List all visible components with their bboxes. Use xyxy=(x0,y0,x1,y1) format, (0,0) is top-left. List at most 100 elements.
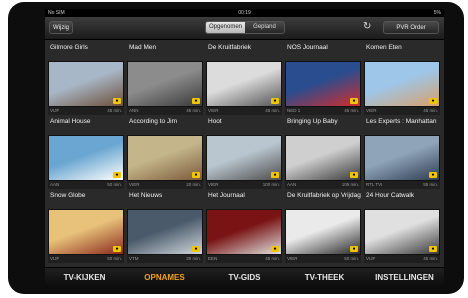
channel-label: ANN xyxy=(129,108,139,113)
recording-card[interactable]: Animal House ● AAN 50 min. xyxy=(48,118,124,190)
segment-scheduled[interactable]: Gepland xyxy=(245,22,284,33)
recording-thumbnail: ● xyxy=(285,61,361,107)
duration-label: 100 min. xyxy=(262,182,280,187)
recording-thumbnail: ● xyxy=(206,135,282,181)
recording-meta: VIJF 50 min. xyxy=(48,255,124,263)
recording-meta: VTM 30 min. xyxy=(127,255,203,263)
recording-card[interactable]: Het Journaal ● EEN 45 min. xyxy=(206,192,282,264)
recording-thumbnail: ● xyxy=(364,209,440,255)
recorded-eye-icon: ● xyxy=(113,246,121,252)
channel-label: VIJF xyxy=(50,256,60,261)
channel-label: VTM xyxy=(129,256,139,261)
recording-meta: NED 1 45 min. xyxy=(285,107,361,115)
recording-thumbnail: ● xyxy=(364,61,440,107)
channel-label: VIER xyxy=(366,108,377,113)
duration-label: 50 min. xyxy=(344,256,359,261)
recording-meta: VIER 100 min. xyxy=(206,181,282,189)
recording-title: De Kruitfabriek op Vrijdag xyxy=(287,192,361,199)
duration-label: 45 min. xyxy=(265,108,280,113)
recording-meta: AAN 50 min. xyxy=(48,181,124,189)
recorded-eye-icon: ● xyxy=(192,172,200,178)
segment-recorded[interactable]: Opgenomen xyxy=(206,22,245,33)
recording-thumbnail: ● xyxy=(48,61,124,107)
recorded-eye-icon: ● xyxy=(271,246,279,252)
duration-label: 105 min. xyxy=(341,182,359,187)
recording-title: Animal House xyxy=(50,118,91,125)
recording-thumbnail: ● xyxy=(127,61,203,107)
recording-card[interactable]: According to Jim ● VIER 20 min. xyxy=(127,118,203,190)
recording-title: Snow Globe xyxy=(50,192,86,199)
recording-thumbnail: ● xyxy=(48,209,124,255)
channel-label: VIER xyxy=(287,256,298,261)
channel-label: VIJF xyxy=(50,108,60,113)
recording-title: Mad Men xyxy=(129,44,157,51)
tab-tv-theek[interactable]: TV-THEEK xyxy=(285,268,364,287)
pvr-order-button[interactable]: PVR Order xyxy=(383,21,439,34)
recording-card[interactable]: Gilmore Girls ● VIJF 45 min. xyxy=(48,44,124,116)
channel-label: AAN xyxy=(287,182,297,187)
recording-title: Hoot xyxy=(208,118,222,125)
recording-card[interactable]: De Kruitfabriek ● VIER 45 min. xyxy=(206,44,282,116)
recording-card[interactable]: Les Experts : Manhattan ● RTL TVI 55 min. xyxy=(364,118,440,190)
recording-title: Het Journaal xyxy=(208,192,245,199)
tab-instellingen[interactable]: INSTELLINGEN xyxy=(365,268,444,287)
duration-label: 50 min. xyxy=(107,256,122,261)
recording-title: Bringing Up Baby xyxy=(287,118,338,125)
recording-title: Les Experts : Manhattan xyxy=(366,118,437,125)
recording-meta: ANN 45 min. xyxy=(127,107,203,115)
recorded-eye-icon: ● xyxy=(429,246,437,252)
channel-label: AAN xyxy=(50,182,60,187)
recorded-eye-icon: ● xyxy=(271,172,279,178)
channel-label: EEN xyxy=(208,256,218,261)
recording-thumbnail: ● xyxy=(206,209,282,255)
duration-label: 45 min. xyxy=(107,108,122,113)
recording-thumbnail: ● xyxy=(206,61,282,107)
channel-label: VIER xyxy=(208,108,219,113)
recording-card[interactable]: 24 Hour Catwalk ● VIJF 45 min. xyxy=(364,192,440,264)
battery-label: 5% xyxy=(433,10,441,16)
recording-thumbnail: ● xyxy=(127,209,203,255)
recording-thumbnail: ● xyxy=(285,209,361,255)
recording-title: NOS Journaal xyxy=(287,44,328,51)
recorded-eye-icon: ● xyxy=(113,172,121,178)
edit-button[interactable]: Wijzig xyxy=(49,21,73,34)
recording-card[interactable]: Hoot ● VIER 100 min. xyxy=(206,118,282,190)
tab-tv-gids[interactable]: TV-GIDS xyxy=(205,268,284,287)
status-bar: No SIM 00:19 5% xyxy=(45,9,444,17)
recording-card[interactable]: Komen Eten ● VIER 45 min. xyxy=(364,44,440,116)
recorded-eye-icon: ● xyxy=(350,246,358,252)
recording-meta: RTL TVI 55 min. xyxy=(364,181,440,189)
recording-card[interactable]: Bringing Up Baby ● AAN 105 min. xyxy=(285,118,361,190)
recorded-eye-icon: ● xyxy=(113,98,121,104)
recording-meta: VIJF 45 min. xyxy=(364,255,440,263)
duration-label: 45 min. xyxy=(423,256,438,261)
recording-card[interactable]: Snow Globe ● VIJF 50 min. xyxy=(48,192,124,264)
tab-tv-kijken[interactable]: TV-KIJKEN xyxy=(45,268,124,287)
recording-meta: VIJF 45 min. xyxy=(48,107,124,115)
recording-card[interactable]: De Kruitfabriek op Vrijdag ● VIER 50 min. xyxy=(285,192,361,264)
recording-card[interactable]: NOS Journaal ● NED 1 45 min. xyxy=(285,44,361,116)
recording-card[interactable]: Mad Men ● ANN 45 min. xyxy=(127,44,203,116)
channel-label: RTL TVI xyxy=(366,182,383,187)
duration-label: 20 min. xyxy=(186,182,201,187)
recorded-eye-icon: ● xyxy=(429,172,437,178)
recording-thumbnail: ● xyxy=(364,135,440,181)
recording-meta: EEN 45 min. xyxy=(206,255,282,263)
clock: 00:19 xyxy=(238,10,251,16)
duration-label: 50 min. xyxy=(107,182,122,187)
recording-title: Het Nieuws xyxy=(129,192,163,199)
recording-card[interactable]: Het Nieuws ● VTM 30 min. xyxy=(127,192,203,264)
channel-label: VIER xyxy=(129,182,140,187)
tab-opnames[interactable]: OPNAMES xyxy=(125,268,204,287)
recording-title: Gilmore Girls xyxy=(50,44,88,51)
recording-title: De Kruitfabriek xyxy=(208,44,251,51)
recording-title: According to Jim xyxy=(129,118,178,125)
app-screen: No SIM 00:19 5% Wijzig Opgenomen Gepland… xyxy=(45,9,444,287)
recording-thumbnail: ● xyxy=(48,135,124,181)
recording-title: Komen Eten xyxy=(366,44,402,51)
recorded-eye-icon: ● xyxy=(271,98,279,104)
refresh-icon[interactable]: ↻ xyxy=(363,22,373,32)
recorded-eye-icon: ● xyxy=(192,98,200,104)
recording-meta: VIER 20 min. xyxy=(127,181,203,189)
recording-meta: VIER 50 min. xyxy=(285,255,361,263)
